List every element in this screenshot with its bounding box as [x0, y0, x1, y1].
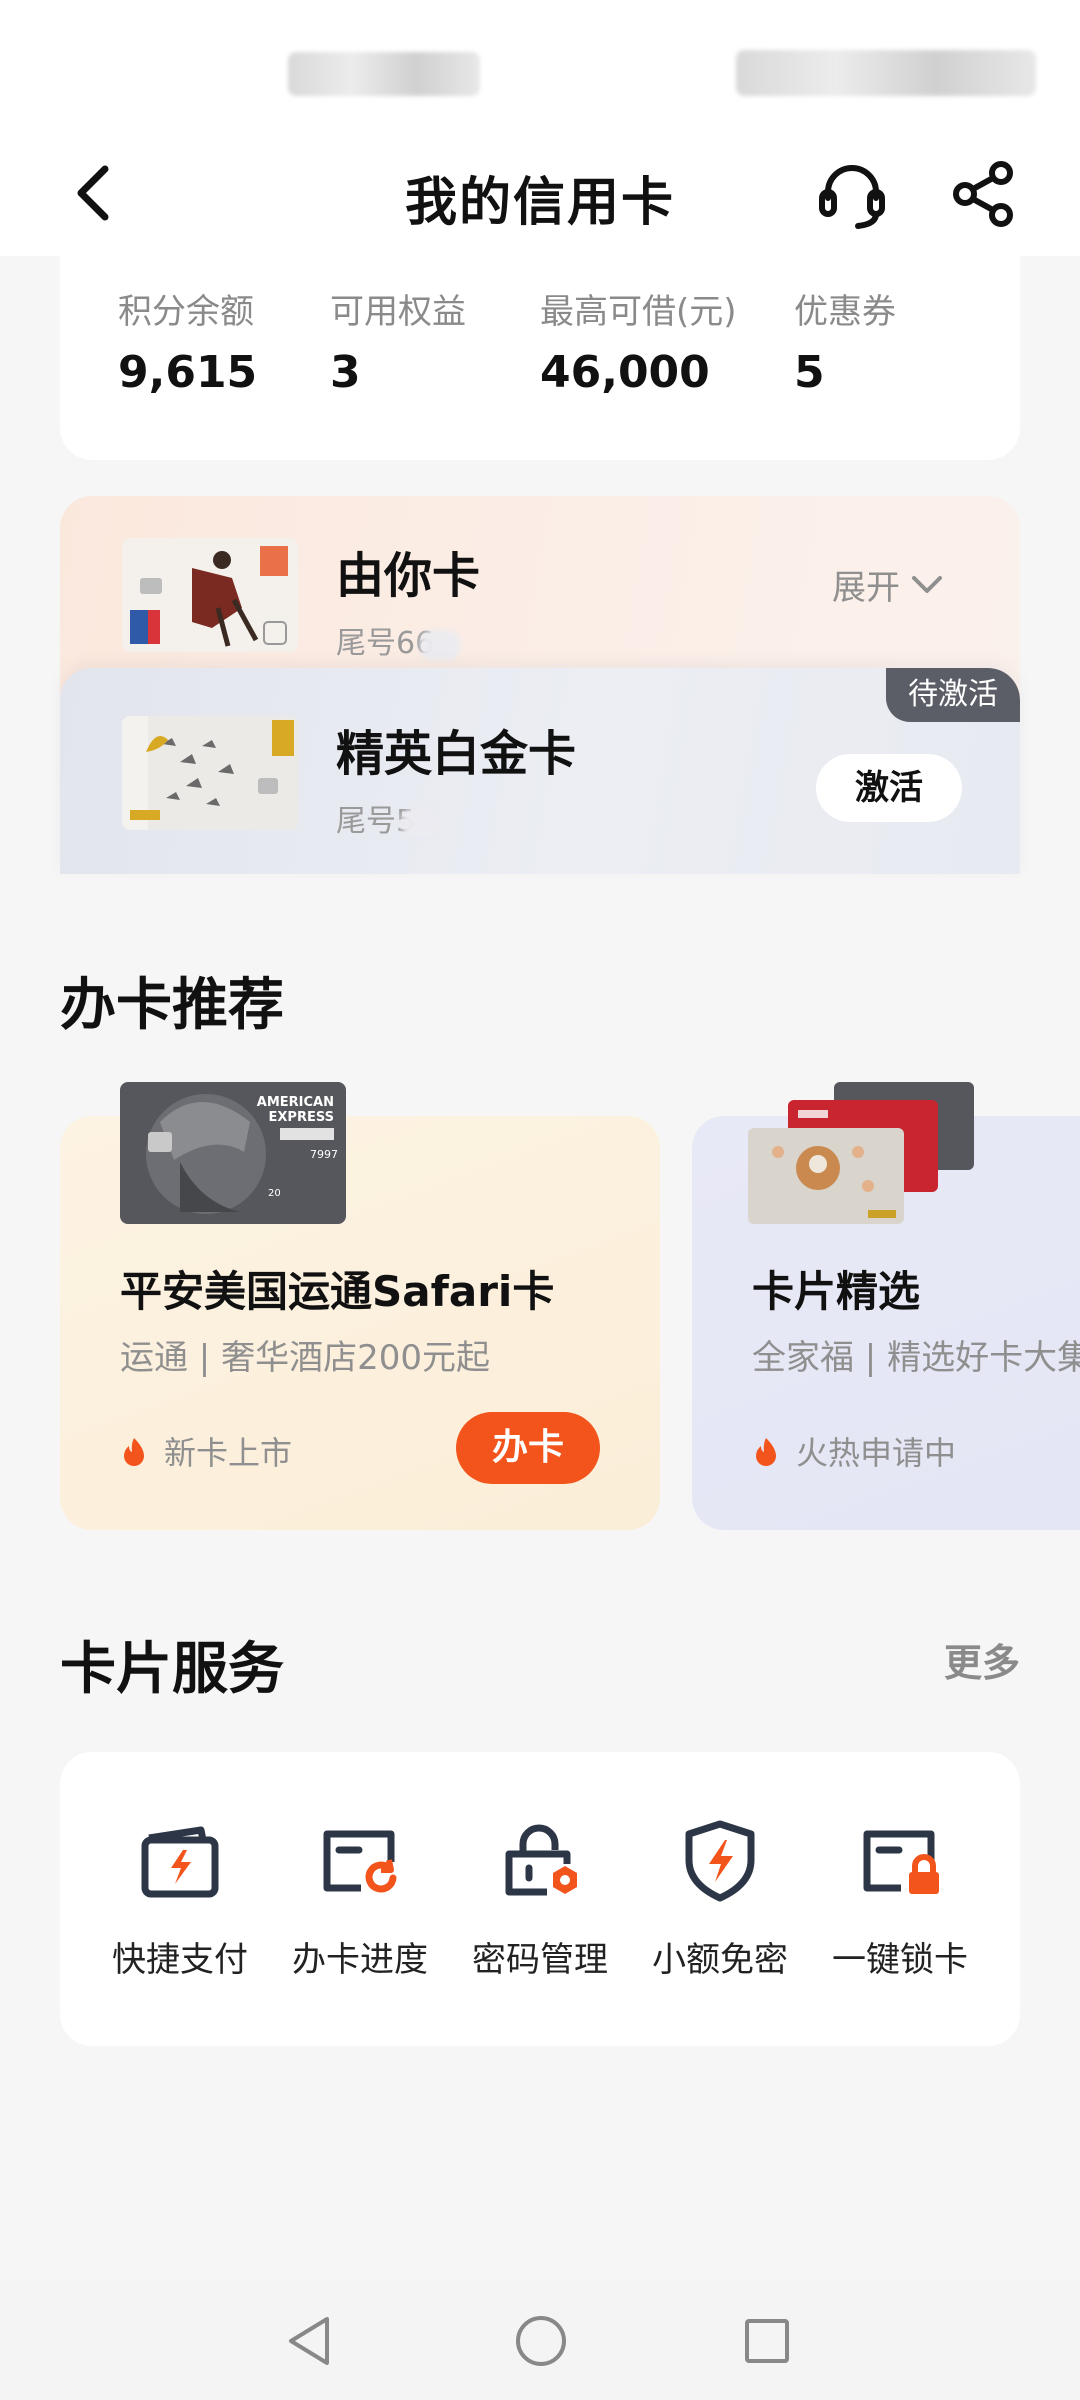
stat-value: 5	[794, 347, 825, 398]
recommend-card-name: 卡片精选	[752, 1267, 921, 1316]
customer-service-button[interactable]	[812, 154, 892, 234]
recommend-card-tag: 新卡上市	[122, 1428, 292, 1474]
masked-digits	[401, 807, 442, 838]
status-icons-left	[288, 52, 480, 96]
app-screen: 我的信用卡 积分余额 9,615 可用权益 3 最高可借(元) 46,000 优…	[0, 0, 1080, 2400]
recommend-card-name: 平安美国运通Safari卡	[120, 1267, 555, 1316]
recommend-card-safari[interactable]: AMERICAN EXPRESS 7997 20 平安美国运通Safari卡 运…	[60, 1082, 660, 1530]
more-link[interactable]: 更多	[944, 1632, 1020, 1687]
account-summary-card: 积分余额 9,615 可用权益 3 最高可借(元) 46,000 优惠券 5	[60, 236, 1020, 460]
triangle-back-icon	[289, 2317, 329, 2365]
amex-brand-line2: EXPRESS	[269, 1110, 334, 1125]
amex-card-image: AMERICAN EXPRESS 7997 20	[120, 1082, 346, 1224]
stat-coupons[interactable]: 优惠券 5	[794, 284, 896, 398]
amex-card-number: 7997	[310, 1148, 338, 1161]
stat-points[interactable]: 积分余额 9,615	[118, 284, 257, 398]
amex-card-seq: 20	[268, 1188, 281, 1199]
stat-label: 积分余额	[118, 292, 254, 332]
card-name: 精英白金卡	[336, 726, 577, 782]
recommend-tag-label: 新卡上市	[164, 1434, 293, 1472]
stat-value: 9,615	[118, 347, 258, 398]
recommend-card-desc: 全家福 | 精选好卡大集	[752, 1338, 1080, 1378]
nav-home-button[interactable]	[506, 2306, 576, 2376]
chevron-down-icon	[910, 574, 944, 596]
shield-bolt-icon	[685, 1820, 755, 1902]
amex-brand-line1: AMERICAN	[257, 1095, 334, 1110]
flame-icon	[754, 1436, 778, 1466]
status-icons-right	[736, 50, 1036, 96]
flame-icon	[122, 1436, 146, 1466]
service-lock-card[interactable]: 一键锁卡	[820, 1816, 980, 1981]
service-label: 小额免密	[652, 1940, 788, 1980]
stat-label: 可用权益	[330, 292, 466, 332]
service-label: 密码管理	[472, 1940, 608, 1980]
card-image	[122, 716, 298, 830]
masked-digits	[420, 629, 461, 660]
apply-card-button[interactable]: 办卡	[456, 1412, 600, 1484]
card-services-panel: 快捷支付 办卡进度 密码管理 小额免密 一键锁卡	[60, 1752, 1020, 2046]
card-tail-number: 尾号66	[336, 618, 461, 662]
service-small-free[interactable]: 小额免密	[640, 1816, 800, 1981]
wallet-bolt-icon	[141, 1826, 219, 1898]
pending-activation-badge: 待激活	[886, 668, 1020, 722]
card-stack-image	[748, 1082, 978, 1224]
service-label: 一键锁卡	[832, 1940, 968, 1980]
card-image	[122, 538, 298, 652]
service-apply-progress[interactable]: 办卡进度	[280, 1816, 440, 1981]
nav-recents-button[interactable]	[732, 2306, 802, 2376]
card-progress-icon	[323, 1830, 397, 1893]
recommend-tag-label: 火热申请中	[796, 1434, 957, 1472]
square-recents-icon	[745, 2319, 789, 2363]
expand-button[interactable]: 展开	[832, 560, 944, 609]
card-lock-icon	[863, 1830, 939, 1894]
card-name: 由你卡	[336, 548, 481, 604]
headset-icon	[819, 165, 885, 229]
recommend-card-selection[interactable]: 卡片精选 全家福 | 精选好卡大集 火热申请中	[692, 1082, 1080, 1530]
service-quick-pay[interactable]: 快捷支付	[100, 1816, 260, 1981]
share-icon	[953, 161, 1013, 227]
stat-label: 优惠券	[794, 292, 896, 332]
section-title-services: 卡片服务	[60, 1637, 284, 1702]
service-label: 快捷支付	[112, 1940, 248, 1980]
stat-value: 3	[330, 347, 361, 398]
page-title: 我的信用卡	[404, 173, 675, 233]
recommend-card-desc: 运通 | 奢华酒店200元起	[120, 1338, 490, 1378]
service-label: 办卡进度	[292, 1940, 428, 1980]
lock-gear-icon	[505, 1824, 577, 1896]
circle-home-icon	[516, 2316, 566, 2366]
service-password[interactable]: 密码管理	[460, 1816, 620, 1981]
stat-label: 最高可借(元)	[540, 292, 737, 332]
stat-value: 46,000	[540, 347, 710, 398]
stat-benefits[interactable]: 可用权益 3	[330, 284, 466, 398]
stat-max-borrow[interactable]: 最高可借(元) 46,000	[540, 284, 737, 398]
section-title-recommend: 办卡推荐	[60, 973, 284, 1038]
system-nav-bar	[0, 2280, 1080, 2400]
recommend-card-tag: 火热申请中	[754, 1428, 956, 1474]
expand-label: 展开	[832, 568, 900, 608]
owned-card-youni[interactable]: 由你卡 尾号66 展开	[60, 496, 1020, 696]
app-header: 我的信用卡	[0, 130, 1080, 256]
nav-back-button[interactable]	[274, 2306, 344, 2376]
card-tail-number: 尾号5	[336, 796, 442, 840]
status-bar	[0, 0, 1080, 130]
activate-button[interactable]: 激活	[816, 754, 962, 822]
share-button[interactable]	[944, 154, 1024, 234]
owned-card-platinum[interactable]: 精英白金卡 尾号5 待激活 激活	[60, 668, 1020, 874]
